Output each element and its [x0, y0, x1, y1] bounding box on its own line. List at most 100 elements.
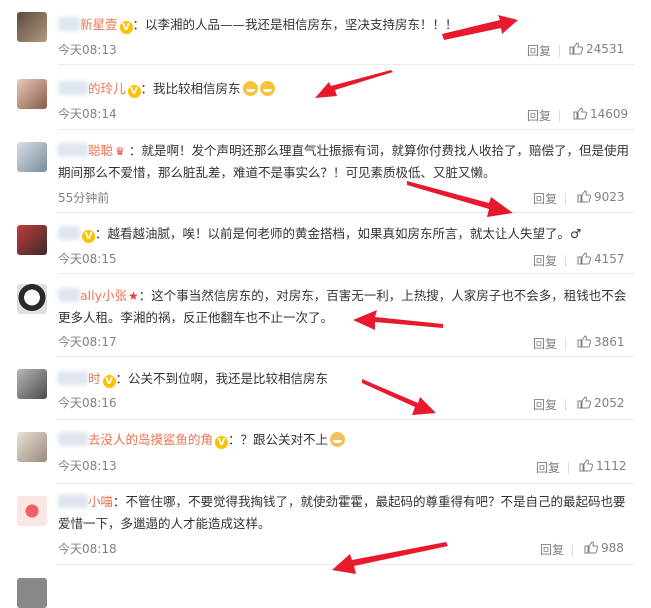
- thumbs-up-icon: [577, 396, 592, 409]
- verified-v-icon: V: [127, 85, 141, 98]
- separator: [58, 483, 635, 484]
- like-count: 14609: [590, 107, 629, 121]
- verified-v-icon: V: [215, 436, 229, 449]
- laugh-cry-emoji-icon: [259, 81, 275, 96]
- comment-time: 今天08:17: [58, 335, 117, 349]
- avatar[interactable]: [17, 369, 47, 399]
- annotation-arrow: [315, 70, 393, 98]
- comment-line: 新星壹 V ：以李湘的人品——我还是相信房东，坚决支持房东！！！: [58, 14, 635, 36]
- separator: [58, 419, 635, 420]
- username[interactable]: 新星壹: [58, 17, 118, 32]
- verified-v-icon: V: [82, 230, 95, 243]
- comment-time: 今天08:18: [58, 542, 117, 556]
- like-count: 2052: [594, 396, 625, 410]
- comment-line: 聪聪 ♛ ：就是啊！发个声明还那么理直气壮振振有词，就算你付费找人收拾了，赔偿了，但…: [58, 140, 635, 184]
- annotation-arrow: [442, 15, 518, 40]
- comment-text: ：越看越油腻，唉！以前是何老师的黄金搭档，如果真如房东所言，就太让人失望了。♂: [95, 226, 582, 241]
- comment-text: ：不管住哪，不要觉得我掏钱了，就使劲霍霍，最起码的尊重得有吧？不是自己的最起码也…: [58, 494, 626, 531]
- like-button[interactable]: 14609: [573, 107, 628, 121]
- comment-time: 今天08:13: [58, 43, 117, 57]
- comment-time: 今天08:13: [58, 459, 117, 473]
- like-count: 9023: [594, 190, 625, 204]
- like-button[interactable]: 1112: [579, 459, 627, 473]
- username[interactable]: 聪聪: [58, 143, 113, 158]
- username[interactable]: [58, 226, 80, 241]
- crown-badge-icon: ♛: [115, 145, 125, 158]
- like-button[interactable]: 2052: [577, 396, 625, 410]
- comment-line: 小喵：不管住哪，不要觉得我掏钱了，就使劲霍霍，最起码的尊重得有吧？不是自己的最起…: [58, 491, 635, 535]
- username[interactable]: 时: [58, 371, 101, 386]
- thumbs-up-icon: [577, 335, 592, 348]
- divider: [565, 193, 566, 205]
- separator: [58, 129, 635, 130]
- thumbs-up-icon: [569, 42, 584, 55]
- reply-button[interactable]: 回复: [527, 42, 551, 59]
- reply-button[interactable]: 回复: [540, 541, 564, 558]
- username[interactable]: ally小张: [58, 288, 127, 303]
- comment-text: ：公关不到位啊，我还是比较相信房东: [115, 371, 329, 386]
- divider: [565, 338, 566, 350]
- thumbs-up-icon: [577, 190, 592, 203]
- like-button[interactable]: 3861: [577, 335, 625, 349]
- comment-line: 去没人的岛摸鲨鱼的角 V ：？跟公关对不上: [58, 429, 635, 451]
- comment-text: ：就是啊！发个声明还那么理直气壮振振有词，就算你付费找人收拾了，赔偿了，但是使用…: [58, 143, 630, 180]
- like-button[interactable]: 24531: [569, 42, 624, 56]
- annotation-arrow: [362, 379, 436, 415]
- reply-button[interactable]: 回复: [533, 190, 557, 207]
- divider: [565, 255, 566, 267]
- reply-button[interactable]: 回复: [533, 335, 557, 352]
- comment-time: 今天08:15: [58, 252, 117, 266]
- verified-v-icon: V: [119, 21, 133, 34]
- avatar[interactable]: [17, 225, 47, 255]
- comment-time: 今天08:16: [58, 396, 117, 410]
- reply-button[interactable]: 回复: [536, 459, 560, 476]
- reply-button[interactable]: 回复: [527, 107, 551, 124]
- divider: [572, 544, 573, 556]
- avatar[interactable]: [17, 79, 47, 109]
- avatar[interactable]: [17, 496, 47, 526]
- avatar[interactable]: [17, 12, 47, 42]
- like-button[interactable]: 988: [584, 541, 624, 555]
- avatar[interactable]: [17, 432, 47, 462]
- annotation-arrow: [332, 542, 448, 574]
- divider: [559, 110, 560, 122]
- comment-time: 55分钟前: [58, 191, 110, 205]
- comment-text: ：以李湘的人品——我还是相信房东，坚决支持房东！！！: [132, 17, 458, 32]
- annotation-arrow: [353, 310, 443, 330]
- verified-v-icon: V: [102, 375, 116, 388]
- avatar[interactable]: [17, 142, 47, 172]
- avatar[interactable]: [17, 284, 47, 314]
- thumbs-up-icon: [579, 459, 594, 472]
- doge-emoji-icon: [330, 432, 346, 447]
- comment-text: ：？跟公关对不上: [228, 432, 329, 447]
- comment-line: 时 V ：公关不到位啊，我还是比较相信房东: [58, 368, 635, 390]
- comment-line: V ：越看越油腻，唉！以前是何老师的黄金搭档，如果真如房东所言，就太让人失望了。♂: [58, 223, 635, 245]
- thumbs-up-icon: [577, 252, 592, 265]
- divider: [565, 399, 566, 411]
- separator: [58, 64, 635, 65]
- separator: [58, 212, 635, 213]
- annotation-arrow: [407, 181, 513, 217]
- reply-button[interactable]: 回复: [533, 252, 557, 269]
- divider: [568, 462, 569, 474]
- like-count: 988: [601, 541, 624, 555]
- reply-button[interactable]: 回复: [533, 396, 557, 413]
- like-button[interactable]: 9023: [577, 190, 625, 204]
- laugh-cry-emoji-icon: [242, 81, 258, 96]
- username[interactable]: 的玲儿: [58, 81, 126, 96]
- thumbs-up-icon: [584, 541, 599, 554]
- comment-text: ：我比较相信房东: [140, 81, 241, 96]
- separator: [58, 273, 635, 274]
- like-count: 24531: [586, 42, 625, 56]
- like-count: 3861: [594, 335, 625, 349]
- star-badge-icon: ★: [128, 289, 139, 303]
- username[interactable]: 去没人的岛摸鲨鱼的角: [58, 432, 213, 447]
- avatar: [17, 578, 47, 608]
- separator: [58, 356, 635, 357]
- thumbs-up-icon: [573, 107, 588, 120]
- like-count: 4157: [594, 252, 625, 266]
- username[interactable]: 小喵: [58, 494, 113, 509]
- like-button[interactable]: 4157: [577, 252, 625, 266]
- comment-time: 今天08:14: [58, 107, 117, 121]
- like-count: 1112: [596, 459, 627, 473]
